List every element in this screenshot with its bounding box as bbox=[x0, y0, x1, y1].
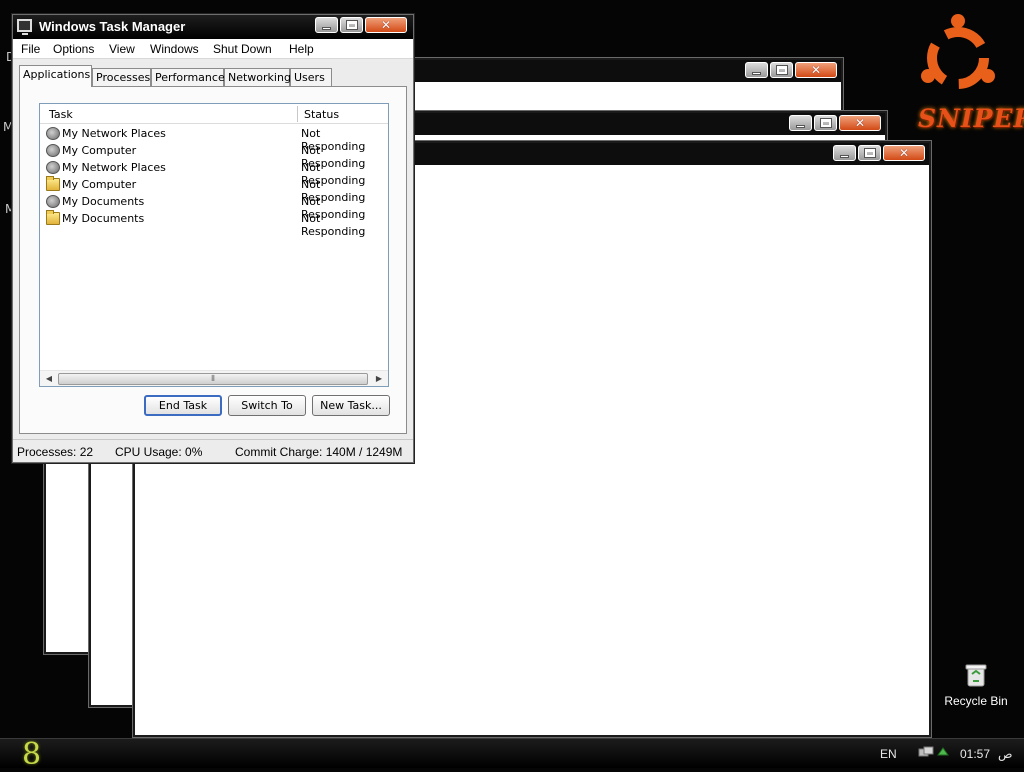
minimize-button[interactable] bbox=[315, 17, 338, 33]
network-icon bbox=[46, 144, 60, 157]
column-header-task[interactable]: Task bbox=[49, 108, 73, 121]
cpu-usage: CPU Usage: 0% bbox=[115, 445, 203, 459]
network-tray-icon[interactable] bbox=[918, 746, 934, 760]
scroll-right-icon[interactable]: ▶ bbox=[372, 373, 386, 385]
task-name: My Documents bbox=[62, 212, 145, 225]
network-icon bbox=[46, 127, 60, 140]
close-button[interactable]: ✕ bbox=[839, 115, 881, 131]
table-row[interactable]: My Computer Not Responding bbox=[40, 176, 388, 204]
folder-icon bbox=[46, 176, 60, 191]
task-manager-icon bbox=[17, 19, 32, 35]
horizontal-scrollbar[interactable]: ◀ ⦀ ▶ bbox=[40, 370, 388, 386]
task-status: Not Responding bbox=[301, 212, 366, 238]
logo-text: SNIPER bbox=[918, 104, 1024, 133]
safely-remove-tray-icon[interactable] bbox=[936, 745, 950, 759]
list-header: Task Status bbox=[40, 104, 388, 124]
applications-panel: Task Status My Network Places Not Respon… bbox=[19, 86, 407, 434]
processes-count: Processes: 22 bbox=[17, 445, 94, 459]
network-icon bbox=[46, 195, 60, 208]
close-icon: ✕ bbox=[810, 63, 822, 77]
close-icon: ✕ bbox=[854, 116, 866, 130]
maximize-button[interactable] bbox=[770, 62, 793, 78]
tab-networking[interactable]: Networking bbox=[224, 68, 291, 86]
table-row[interactable]: My Network Places Not Responding bbox=[40, 125, 388, 153]
menu-bar: File Options View Windows Shut Down Help bbox=[13, 39, 413, 59]
scroll-thumb[interactable]: ⦀ bbox=[58, 373, 368, 385]
task-name: My Network Places bbox=[62, 127, 166, 140]
scroll-left-icon[interactable]: ◀ bbox=[42, 373, 56, 385]
minimize-button[interactable] bbox=[833, 145, 856, 161]
new-task-button[interactable]: New Task... bbox=[312, 395, 390, 416]
table-row[interactable]: My Documents Not Responding bbox=[40, 210, 388, 238]
task-manager-window[interactable]: Windows Task Manager ✕ File Options View… bbox=[12, 14, 414, 463]
task-manager-titlebar[interactable]: Windows Task Manager ✕ bbox=[13, 15, 413, 39]
task-name: My Documents bbox=[62, 195, 145, 208]
sniper-logo: SNIPER bbox=[918, 8, 1024, 138]
column-header-status[interactable]: Status bbox=[304, 108, 339, 121]
menu-file[interactable]: File bbox=[21, 42, 40, 56]
maximize-icon bbox=[863, 148, 876, 158]
commit-charge: Commit Charge: 140M / 1249M bbox=[235, 445, 403, 459]
table-row[interactable]: My Network Places Not Responding bbox=[40, 159, 388, 187]
close-icon: ✕ bbox=[380, 18, 392, 32]
maximize-button[interactable] bbox=[340, 17, 363, 33]
maximize-button[interactable] bbox=[858, 145, 881, 161]
window-title: Windows Task Manager bbox=[39, 19, 186, 34]
status-bar: Processes: 22 CPU Usage: 0% Commit Charg… bbox=[13, 439, 413, 463]
task-list[interactable]: Task Status My Network Places Not Respon… bbox=[39, 103, 389, 387]
start-button[interactable]: 8 bbox=[22, 737, 41, 772]
minimize-button[interactable] bbox=[789, 115, 812, 131]
close-icon: ✕ bbox=[898, 146, 910, 160]
maximize-icon bbox=[345, 20, 358, 30]
end-task-button[interactable]: End Task bbox=[144, 395, 222, 416]
column-divider[interactable] bbox=[297, 106, 298, 122]
task-name: My Computer bbox=[62, 144, 137, 157]
minimize-button[interactable] bbox=[745, 62, 768, 78]
menu-help[interactable]: Help bbox=[289, 42, 314, 56]
network-icon bbox=[46, 161, 60, 174]
maximize-button[interactable] bbox=[814, 115, 837, 131]
minimize-icon bbox=[796, 124, 805, 128]
taskbar: 8 EN 01:57 ص bbox=[0, 737, 1024, 772]
folder-icon bbox=[46, 210, 60, 225]
switch-to-button[interactable]: Switch To bbox=[228, 395, 306, 416]
close-button[interactable]: ✕ bbox=[365, 17, 407, 33]
recycle-bin-label: Recycle Bin bbox=[944, 694, 1008, 708]
maximize-icon bbox=[819, 118, 832, 128]
menu-options[interactable]: Options bbox=[53, 42, 94, 56]
close-button[interactable]: ✕ bbox=[795, 62, 837, 78]
minimize-icon bbox=[322, 26, 331, 30]
clock-suffix: ص bbox=[998, 747, 1013, 761]
tab-performance[interactable]: Performance bbox=[151, 68, 225, 86]
tab-users[interactable]: Users bbox=[290, 68, 332, 86]
menu-shut-down[interactable]: Shut Down bbox=[213, 42, 272, 56]
close-button[interactable]: ✕ bbox=[883, 145, 925, 161]
recycle-bin-icon bbox=[965, 664, 987, 687]
table-row[interactable]: My Documents Not Responding bbox=[40, 193, 388, 221]
tab-processes[interactable]: Processes bbox=[92, 68, 151, 86]
tab-applications[interactable]: Applications bbox=[19, 65, 92, 87]
minimize-icon bbox=[840, 154, 849, 158]
menu-windows[interactable]: Windows bbox=[150, 42, 199, 56]
task-name: My Computer bbox=[62, 178, 137, 191]
maximize-icon bbox=[775, 65, 788, 75]
task-name: My Network Places bbox=[62, 161, 166, 174]
recycle-bin[interactable]: Recycle Bin bbox=[940, 662, 1012, 708]
clock[interactable]: 01:57 bbox=[960, 747, 990, 761]
table-row[interactable]: My Computer Not Responding bbox=[40, 142, 388, 170]
ubuntu-logo-icon bbox=[921, 14, 995, 89]
minimize-icon bbox=[752, 71, 761, 75]
menu-view[interactable]: View bbox=[109, 42, 135, 56]
language-indicator[interactable]: EN bbox=[880, 747, 897, 761]
